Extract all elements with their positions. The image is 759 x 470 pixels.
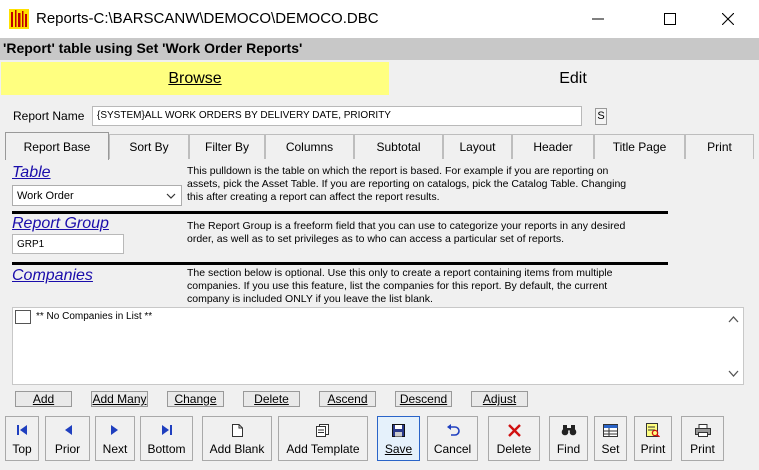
report-group-input[interactable]: GRP1 — [12, 234, 124, 254]
set-button[interactable]: Set — [594, 416, 627, 461]
printer-icon — [694, 423, 711, 437]
maximize-button[interactable] — [647, 0, 693, 38]
tab-report-base[interactable]: Report Base — [5, 132, 109, 160]
add-blank-label: Add Blank — [209, 442, 265, 456]
set-label: Set — [601, 442, 620, 456]
save-button[interactable]: Save — [377, 416, 420, 461]
undo-arrow-icon — [446, 424, 460, 436]
save-label: Save — [384, 442, 413, 456]
chevron-down-icon — [166, 193, 176, 199]
prior-button[interactable]: Prior — [45, 416, 90, 461]
close-button[interactable] — [705, 0, 751, 38]
desc-line: This pulldown is the table on which the … — [187, 165, 609, 177]
delete-label: Delete — [496, 442, 532, 456]
maximize-icon — [664, 13, 676, 25]
next-arrow-icon — [111, 425, 118, 435]
add-template-label: Add Template — [286, 442, 360, 456]
binoculars-icon — [561, 425, 576, 436]
table-description: This pulldown is the table on which the … — [187, 165, 626, 204]
top-button[interactable]: Top — [5, 416, 39, 461]
table-select[interactable]: Work Order — [12, 185, 182, 206]
bottom-label: Bottom — [147, 442, 186, 456]
list-item: ** No Companies in List ** — [36, 311, 153, 322]
s-button[interactable]: S — [595, 108, 607, 125]
print-button[interactable]: Print — [681, 416, 724, 461]
change-button[interactable]: Change — [167, 391, 224, 407]
tab-subtotal[interactable]: Subtotal — [354, 134, 443, 159]
delete-button[interactable]: Delete — [488, 416, 540, 461]
print-preview-label: Print — [640, 442, 666, 456]
list-scrollbar[interactable] — [724, 308, 743, 384]
delete-x-icon — [507, 423, 521, 437]
add-blank-button[interactable]: Add Blank — [202, 416, 272, 461]
desc-line: assets, pick the Asset Table. If you are… — [187, 178, 627, 190]
set-table-icon — [603, 423, 618, 437]
minimize-icon — [592, 18, 604, 20]
report-name-label: Report Name — [13, 109, 85, 123]
minimize-button[interactable] — [575, 0, 621, 38]
table-select-dropdown[interactable] — [161, 186, 181, 205]
next-button[interactable]: Next — [95, 416, 135, 461]
top-label: Top — [12, 442, 32, 456]
last-record-icon — [161, 425, 172, 435]
desc-line: order, as well as to set privileges as t… — [187, 233, 565, 245]
table-section-title[interactable]: Table — [12, 164, 51, 182]
print-label: Print — [690, 442, 715, 456]
add-button[interactable]: Add — [15, 391, 72, 407]
tab-filter-by[interactable]: Filter By — [189, 134, 265, 159]
section-divider — [12, 262, 668, 265]
add-many-button[interactable]: Add Many — [91, 391, 148, 407]
list-item-checkbox[interactable] — [15, 310, 31, 324]
cancel-button[interactable]: Cancel — [427, 416, 478, 461]
prior-label: Prior — [54, 442, 81, 456]
desc-line: companies. If you use this feature, list… — [187, 280, 608, 292]
tab-sort-by[interactable]: Sort By — [109, 134, 189, 159]
section-divider — [12, 211, 668, 214]
tab-header[interactable]: Header — [512, 134, 594, 159]
find-button[interactable]: Find — [549, 416, 588, 461]
companies-description: The section below is optional. Use this … — [187, 267, 612, 306]
report-group-title[interactable]: Report Group — [12, 215, 109, 233]
find-label: Find — [556, 442, 581, 456]
print-preview-button[interactable]: Print — [634, 416, 672, 461]
add-template-button[interactable]: Add Template — [278, 416, 368, 461]
next-label: Next — [102, 442, 128, 456]
desc-line: this after creating a report can affect … — [187, 191, 440, 203]
adjust-button[interactable]: Adjust — [471, 391, 528, 407]
chevron-down-icon[interactable] — [728, 370, 739, 377]
cancel-label: Cancel — [433, 442, 472, 456]
descend-button[interactable]: Descend — [395, 391, 452, 407]
browse-tab[interactable]: Browse — [1, 62, 389, 95]
first-record-icon — [17, 425, 27, 435]
tab-title-page[interactable]: Title Page — [594, 134, 685, 159]
desc-line: The section below is optional. Use this … — [187, 267, 613, 279]
desc-line: company is included ONLY if you leave th… — [187, 293, 433, 305]
report-group-description: The Report Group is a freeform field tha… — [187, 220, 625, 246]
report-name-input[interactable]: {SYSTEM}ALL WORK ORDERS BY DELIVERY DATE… — [92, 106, 582, 126]
template-pages-icon — [316, 423, 329, 437]
window-title: Reports-C:\BARSCANW\DEMOCO\DEMOCO.DBC — [36, 10, 379, 27]
tab-columns[interactable]: Columns — [265, 134, 354, 159]
edit-tab[interactable]: Edit — [389, 62, 757, 95]
floppy-disk-icon — [392, 423, 405, 437]
delete-company-button[interactable]: Delete — [243, 391, 300, 407]
banner-text: 'Report' table using Set 'Work Order Rep… — [3, 40, 303, 56]
ascend-button[interactable]: Ascend — [319, 391, 376, 407]
prior-arrow-icon — [64, 425, 72, 435]
blank-page-icon — [231, 423, 243, 437]
close-icon — [722, 13, 734, 25]
companies-title[interactable]: Companies — [12, 267, 93, 285]
report-preview-icon — [646, 423, 660, 437]
bottom-button[interactable]: Bottom — [140, 416, 193, 461]
chevron-up-icon[interactable] — [728, 316, 739, 323]
tab-print[interactable]: Print — [685, 134, 754, 159]
tab-layout[interactable]: Layout — [443, 134, 512, 159]
desc-line: The Report Group is a freeform field tha… — [187, 220, 626, 232]
barcode-app-icon — [9, 9, 29, 29]
